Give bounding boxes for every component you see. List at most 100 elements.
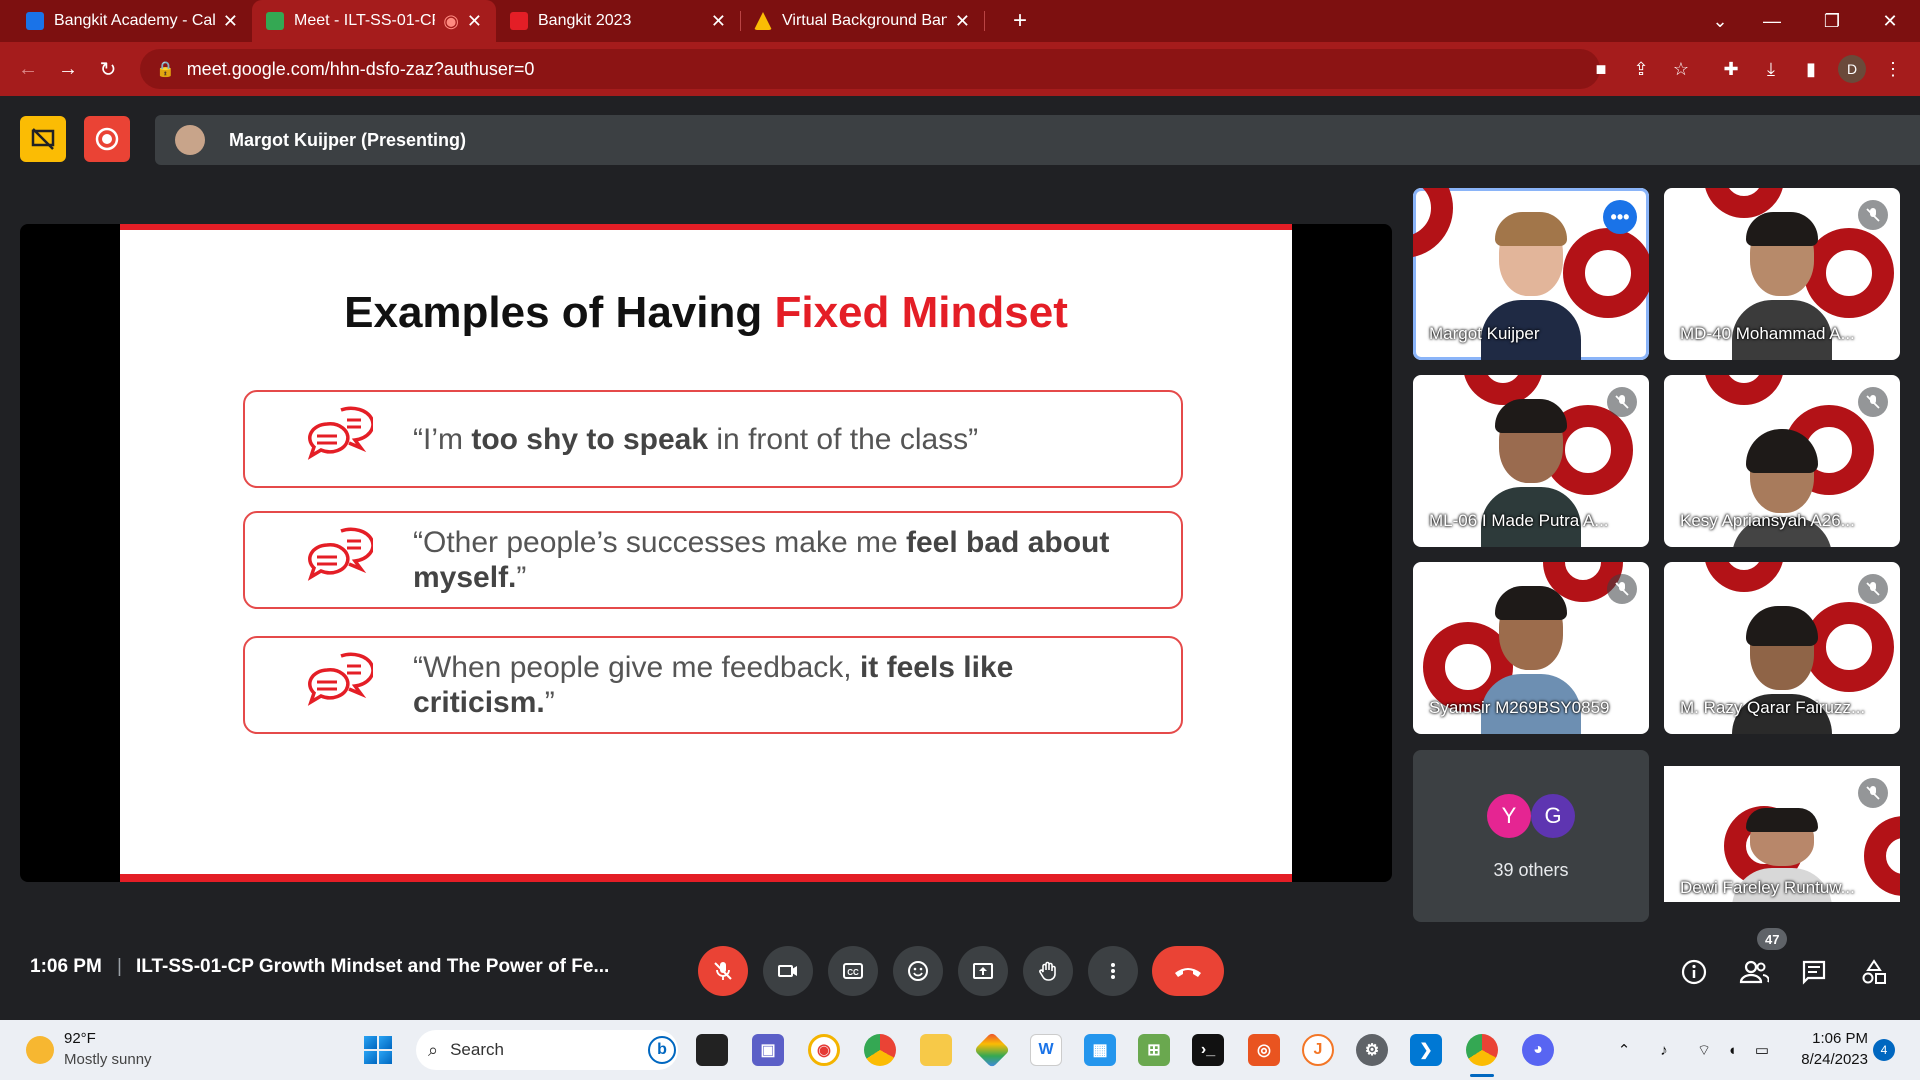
- close-tab-icon[interactable]: ✕: [955, 11, 970, 32]
- tab-bangkit[interactable]: Bangkit 2023 ✕: [496, 0, 740, 42]
- taskbar-search[interactable]: ⌕ Search: [416, 1030, 678, 1070]
- battery-icon[interactable]: ▭: [1750, 1038, 1774, 1062]
- activities-button[interactable]: [1856, 954, 1892, 990]
- task-view-icon[interactable]: [696, 1034, 728, 1066]
- tray-clock-time[interactable]: 1:06 PM: [1796, 1030, 1868, 1047]
- chrome-profile-icon[interactable]: [1466, 1034, 1498, 1066]
- camera-icon: [778, 965, 797, 977]
- tab-meet[interactable]: Meet - ILT-SS-01-CP Growth ◉ ✕: [252, 0, 496, 42]
- participant-name: ML-06 I Made Putra A...: [1429, 511, 1609, 530]
- record-icon: [95, 127, 119, 151]
- design-app-icon[interactable]: [973, 1031, 1011, 1069]
- settings-gear-icon[interactable]: ⚙: [1356, 1034, 1388, 1066]
- leave-call-button[interactable]: [1152, 946, 1224, 996]
- vscode-icon[interactable]: ❯: [1410, 1034, 1442, 1066]
- download-icon[interactable]: ⤓: [1758, 56, 1784, 82]
- wifi-icon[interactable]: ⌔: [1692, 1038, 1716, 1062]
- quote-card: “When people give me feedback, it feels …: [243, 636, 1183, 734]
- participant-tile[interactable]: Kesy Apriansyah A26...: [1664, 375, 1900, 547]
- presentation-stage[interactable]: Examples of Having Fixed Mindset “I’m to…: [20, 224, 1392, 882]
- lock-icon[interactable]: 🔒: [156, 60, 175, 78]
- start-button[interactable]: [364, 1036, 392, 1064]
- remote-desktop-icon[interactable]: ⊞: [1138, 1034, 1170, 1066]
- quote-text: “Other people’s successes make me feel b…: [413, 526, 1110, 594]
- meeting-clock: 1:06 PM: [30, 956, 102, 977]
- bing-icon[interactable]: b: [648, 1036, 676, 1064]
- participant-tile[interactable]: Dewi Fareley Runtuw...: [1664, 766, 1900, 902]
- ubuntu-icon[interactable]: ◎: [1248, 1034, 1280, 1066]
- bookmark-star-icon[interactable]: ☆: [1668, 56, 1694, 82]
- chrome-canary-icon[interactable]: ◉: [808, 1034, 840, 1066]
- close-tab-icon[interactable]: ✕: [223, 11, 238, 32]
- file-explorer-icon[interactable]: [920, 1034, 952, 1066]
- extensions-icon[interactable]: ✚: [1718, 56, 1744, 82]
- muted-mic-icon: [1858, 200, 1888, 230]
- minimize-button[interactable]: —: [1742, 0, 1802, 42]
- chrome-menu-icon[interactable]: ⋮: [1880, 56, 1906, 82]
- show-hidden-icons-icon[interactable]: ⌃: [1612, 1038, 1636, 1062]
- participant-tile[interactable]: Syamsir M269BSY0859: [1413, 562, 1649, 734]
- tray-clock-date[interactable]: 8/24/2023: [1790, 1051, 1868, 1068]
- share-icon[interactable]: ⇪: [1628, 56, 1654, 82]
- presentation-slide: Examples of Having Fixed Mindset “I’m to…: [120, 224, 1292, 882]
- notification-badge[interactable]: 4: [1873, 1039, 1895, 1061]
- forward-button[interactable]: →: [52, 53, 84, 85]
- word-app-icon[interactable]: W: [1030, 1034, 1062, 1066]
- quote-text: “When people give me feedback, it feels …: [413, 651, 1014, 719]
- participant-tile[interactable]: M. Razy Qarar Fairuzz...: [1664, 562, 1900, 734]
- toggle-microphone-button[interactable]: [698, 946, 748, 996]
- reactions-button[interactable]: [893, 946, 943, 996]
- microphone-tray-icon[interactable]: ♪: [1652, 1038, 1676, 1062]
- close-tab-icon[interactable]: ✕: [711, 11, 726, 32]
- close-window-button[interactable]: ✕: [1860, 0, 1920, 42]
- chrome-icon[interactable]: [864, 1034, 896, 1066]
- reload-button[interactable]: ↻: [92, 53, 124, 85]
- more-options-button[interactable]: [1088, 946, 1138, 996]
- tab-calendar[interactable]: Bangkit Academy - Calendar - Au ✕: [12, 0, 252, 42]
- weather-sun-icon[interactable]: [26, 1036, 54, 1064]
- recording-button[interactable]: [84, 116, 130, 162]
- toggle-camera-button[interactable]: [763, 946, 813, 996]
- captions-button[interactable]: CC: [828, 946, 878, 996]
- participant-name: Kesy Apriansyah A26...: [1680, 511, 1855, 530]
- participant-name: Dewi Fareley Runtuw...: [1680, 878, 1855, 897]
- stop-presenting-button[interactable]: [20, 116, 66, 162]
- restore-button[interactable]: ❐: [1802, 0, 1862, 42]
- meeting-details-button[interactable]: [1676, 954, 1712, 990]
- docker-icon[interactable]: ▦: [1084, 1034, 1116, 1066]
- tab-virtual-background[interactable]: Virtual Background Bangkit 2023 ✕: [740, 0, 984, 42]
- participant-tile[interactable]: ••• Margot Kuijper: [1413, 188, 1649, 360]
- participant-tile[interactable]: MD-40 Mohammad A...: [1664, 188, 1900, 360]
- volume-icon[interactable]: ◖: [1720, 1038, 1744, 1062]
- others-count-label: 39 others: [1493, 860, 1569, 880]
- tab-divider: [984, 11, 985, 31]
- presenter-banner: Margot Kuijper (Presenting): [155, 115, 1920, 165]
- camera-in-use-icon[interactable]: ■: [1588, 56, 1614, 82]
- activities-icon: [1862, 959, 1886, 984]
- new-tab-button[interactable]: +: [1000, 0, 1040, 42]
- teams-chat-icon[interactable]: ▣: [752, 1034, 784, 1066]
- url-text: meet.google.com/hhn-dsfo-zaz?authuser=0: [186, 58, 535, 79]
- bangkit-favicon-icon: [510, 12, 528, 30]
- participant-name: MD-40 Mohammad A...: [1680, 324, 1855, 343]
- jupyter-icon[interactable]: J: [1302, 1034, 1334, 1066]
- quote-text: “I’m too shy to speak in front of the cl…: [413, 422, 979, 456]
- back-button[interactable]: ←: [12, 53, 44, 85]
- terminal-icon[interactable]: ›_: [1192, 1034, 1224, 1066]
- more-options-icon[interactable]: •••: [1603, 200, 1637, 234]
- tab-search-button[interactable]: ⌄: [1690, 0, 1750, 42]
- people-button[interactable]: [1736, 954, 1772, 990]
- address-bar[interactable]: 🔒 meet.google.com/hhn-dsfo-zaz?authuser=…: [140, 49, 1600, 89]
- weather-temperature[interactable]: 92°F: [64, 1030, 96, 1047]
- profile-avatar[interactable]: D: [1838, 55, 1866, 83]
- chat-icon: [1802, 960, 1826, 985]
- close-tab-icon[interactable]: ✕: [467, 11, 482, 32]
- weather-description[interactable]: Mostly sunny: [64, 1051, 152, 1068]
- chat-button[interactable]: [1796, 954, 1832, 990]
- present-now-button[interactable]: [958, 946, 1008, 996]
- participant-tile[interactable]: ML-06 I Made Putra A...: [1413, 375, 1649, 547]
- discord-icon[interactable]: ◕: [1522, 1034, 1554, 1066]
- side-panel-icon[interactable]: ▮: [1798, 56, 1824, 82]
- others-tile[interactable]: Y G 39 others: [1413, 750, 1649, 922]
- raise-hand-button[interactable]: [1023, 946, 1073, 996]
